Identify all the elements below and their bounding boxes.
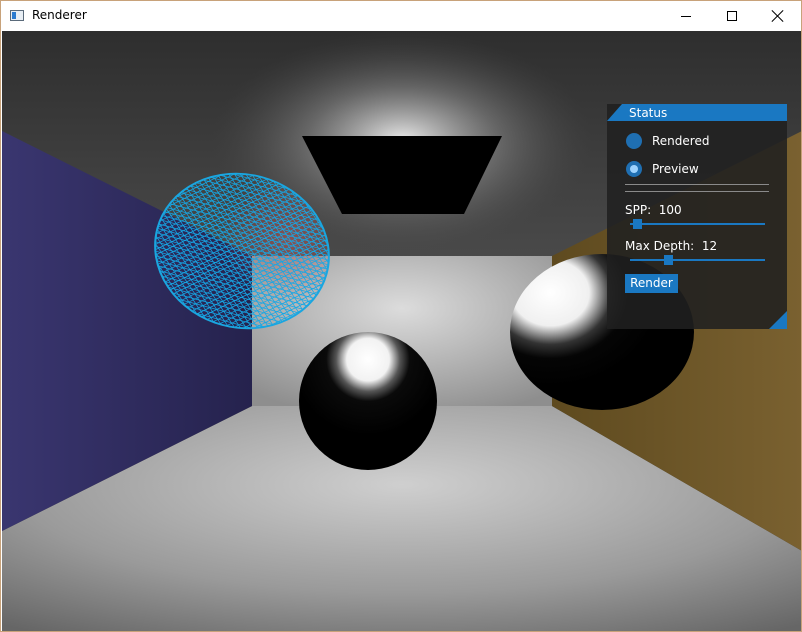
close-button[interactable] <box>755 1 801 31</box>
app-icon <box>10 10 24 21</box>
max-depth-slider[interactable] <box>630 255 765 265</box>
separator <box>625 191 769 192</box>
maximize-button[interactable] <box>709 1 755 31</box>
center-sphere <box>299 332 437 470</box>
window-title: Renderer <box>32 8 87 22</box>
close-icon <box>772 10 784 22</box>
title-bar[interactable]: Renderer <box>1 1 801 31</box>
maximize-icon <box>727 11 737 21</box>
spp-slider[interactable] <box>630 219 765 229</box>
resize-grip-icon[interactable] <box>769 311 787 329</box>
separator <box>625 184 769 185</box>
panel-title: Status <box>629 106 668 120</box>
radio-rendered-button[interactable] <box>626 133 642 149</box>
max-depth-value: 12 <box>701 239 718 253</box>
max-depth-slider-handle[interactable] <box>664 255 674 265</box>
spp-value: 100 <box>658 203 682 217</box>
status-panel: Status Rendered Preview SPP: 100 Max Dep… <box>607 104 787 329</box>
render-button[interactable]: Render <box>625 274 678 293</box>
panel-header[interactable]: Status <box>607 104 787 121</box>
spp-slider-handle[interactable] <box>632 219 642 229</box>
max-depth-label-text: Max Depth: <box>625 239 695 253</box>
spp-label-text: SPP: <box>625 203 652 217</box>
radio-preview-label: Preview <box>652 162 699 176</box>
minimize-button[interactable] <box>663 1 709 31</box>
radio-preview-button[interactable] <box>626 161 642 177</box>
app-window: Renderer Status Rendered Preview SPP: 10… <box>0 0 802 632</box>
spp-label: SPP: 100 <box>625 203 682 217</box>
max-depth-label: Max Depth: 12 <box>625 239 717 253</box>
minimize-icon <box>681 15 691 17</box>
radio-rendered-label: Rendered <box>652 134 710 148</box>
render-viewport[interactable]: Status Rendered Preview SPP: 100 Max Dep… <box>2 31 801 631</box>
